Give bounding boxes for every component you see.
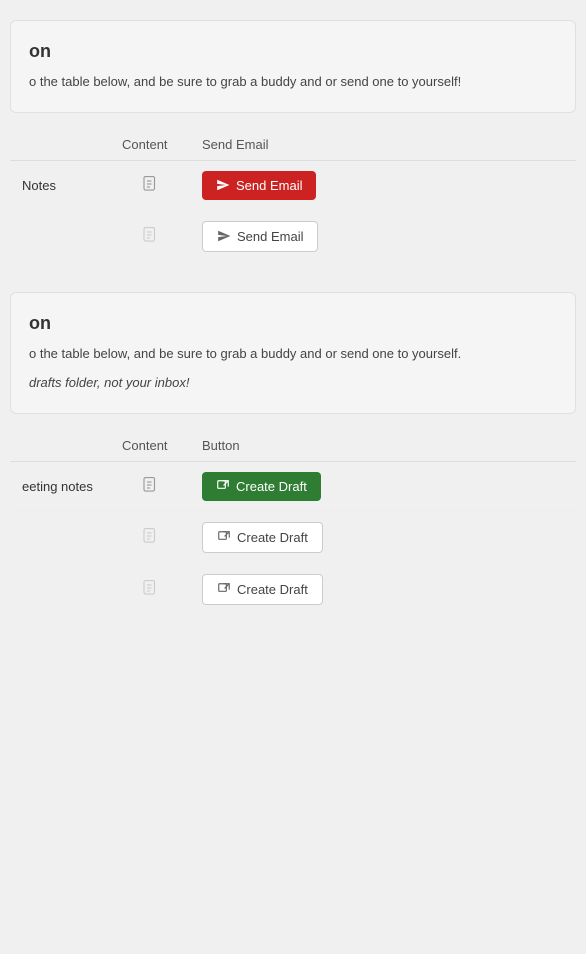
row2-content-icon — [110, 511, 190, 563]
section1-col-action-header: Send Email — [190, 129, 576, 161]
section1-col-label-header — [10, 129, 110, 161]
section2-table-wrap: Content Button eeting notes — [10, 430, 576, 615]
create-draft-outline-button-2[interactable]: Create Draft — [202, 522, 323, 553]
section2-description: o the table below, and be sure to grab a… — [29, 344, 557, 364]
section2-note: drafts folder, not your inbox! — [29, 373, 557, 393]
section2-col-content-header: Content — [110, 430, 190, 462]
table-row: eeting notes — [10, 461, 576, 511]
row3-label — [10, 563, 110, 615]
section2-table: Content Button eeting notes — [10, 430, 576, 615]
send-email-outline-button[interactable]: Send Email — [202, 221, 318, 252]
row3-action: Create Draft — [190, 563, 576, 615]
row2-action: Send Email — [190, 210, 576, 262]
row3-content-icon — [110, 563, 190, 615]
section1-description: o the table below, and be sure to grab a… — [29, 72, 557, 92]
section2-card: on o the table below, and be sure to gra… — [10, 292, 576, 414]
row2-label — [10, 210, 110, 262]
section1-col-content-header: Content — [110, 129, 190, 161]
section2-col-label-header — [10, 430, 110, 462]
row1-content-icon — [110, 461, 190, 511]
row1-action: Create Draft — [190, 461, 576, 511]
row2-content-icon — [110, 210, 190, 262]
table-row: Create Draft — [10, 563, 576, 615]
section2-col-action-header: Button — [190, 430, 576, 462]
create-draft-outline-button-3[interactable]: Create Draft — [202, 574, 323, 605]
create-draft-primary-button[interactable]: Create Draft — [202, 472, 321, 501]
row1-action: Send Email — [190, 160, 576, 210]
table-row: Notes Send Email — [10, 160, 576, 210]
section1-title: on — [29, 41, 557, 62]
row1-label: Notes — [10, 160, 110, 210]
section1-table: Content Send Email Notes — [10, 129, 576, 262]
table-row: Create Draft — [10, 511, 576, 563]
row2-action: Create Draft — [190, 511, 576, 563]
row1-content-icon — [110, 160, 190, 210]
section1-table-wrap: Content Send Email Notes — [10, 129, 576, 262]
section2-title: on — [29, 313, 557, 334]
row1-label: eeting notes — [10, 461, 110, 511]
send-email-primary-button[interactable]: Send Email — [202, 171, 316, 200]
row2-label — [10, 511, 110, 563]
section1-card: on o the table below, and be sure to gra… — [10, 20, 576, 113]
table-row: Send Email — [10, 210, 576, 262]
